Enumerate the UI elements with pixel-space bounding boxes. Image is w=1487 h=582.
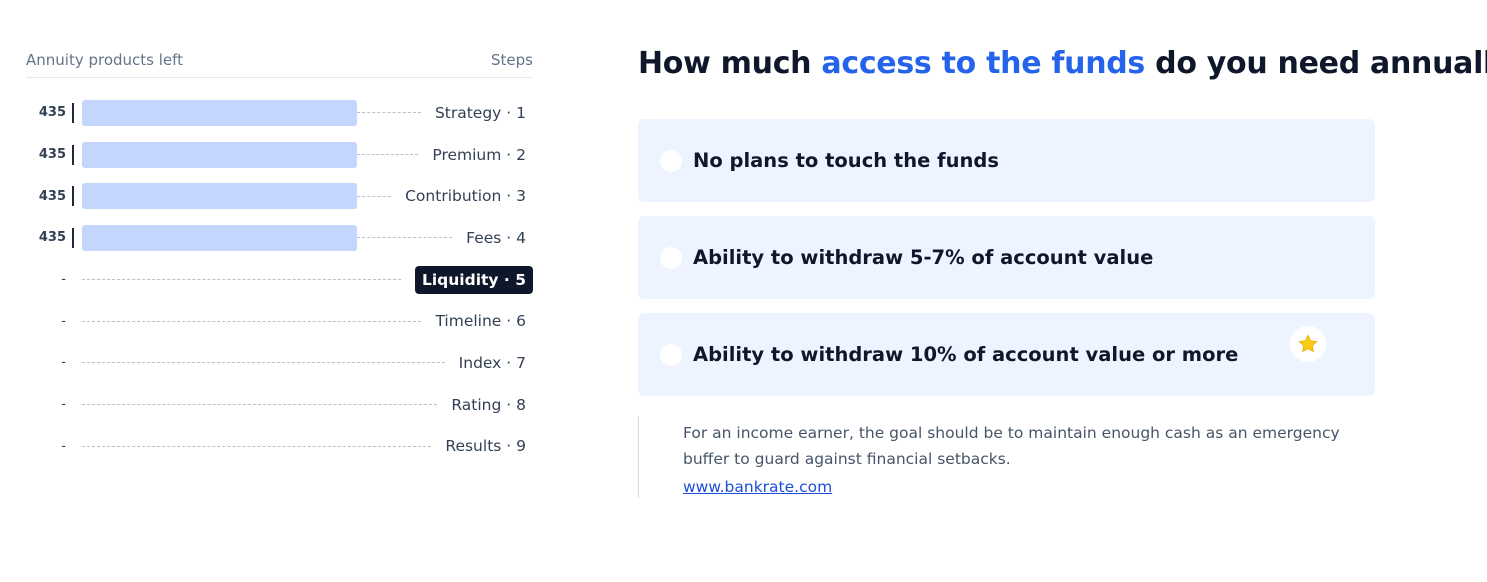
step-count: 435 [38, 230, 66, 246]
step-count: 435 [38, 188, 66, 204]
active-step-label[interactable]: Liquidity · 5 [414, 265, 533, 294]
step-count: - [61, 272, 66, 288]
source-link[interactable]: www.bankrate.com [683, 478, 832, 496]
count-tick [72, 353, 74, 373]
step-count: - [61, 355, 66, 371]
step-track: Timeline · 6 [82, 308, 533, 334]
step-row-strategy[interactable]: 435 Strategy · 1 [26, 92, 533, 134]
star-icon [1298, 334, 1318, 353]
step-count: - [61, 313, 66, 329]
question-panel: How much access to the funds do you need… [638, 46, 1487, 498]
question-suffix: do you need annually? [1155, 46, 1487, 81]
step-label[interactable]: Strategy · 1 [435, 104, 533, 122]
steps-heading: Steps [491, 51, 533, 69]
step-track: Liquidity · 5 [82, 265, 533, 294]
products-left-heading: Annuity products left [26, 51, 184, 69]
step-label[interactable]: Timeline · 6 [435, 312, 533, 330]
step-row-index[interactable]: - Index · 7 [26, 342, 533, 384]
leader-dots [82, 320, 422, 322]
step-track: Results · 9 [82, 433, 533, 459]
option-label: No plans to touch the funds [693, 149, 999, 172]
step-label[interactable]: Fees · 4 [466, 229, 533, 247]
option-withdraw-5-7[interactable]: Ability to withdraw 5-7% of account valu… [638, 216, 1375, 299]
step-row-results[interactable]: - Results · 9 [26, 426, 533, 468]
products-bar [82, 99, 357, 126]
products-bar [82, 183, 357, 210]
option-withdraw-10-plus[interactable]: Ability to withdraw 10% of account value… [638, 313, 1375, 396]
step-label[interactable]: Premium · 2 [432, 146, 533, 164]
option-label: Ability to withdraw 5-7% of account valu… [693, 246, 1154, 269]
leader-dots [357, 195, 392, 197]
count-tick [72, 144, 74, 165]
step-label[interactable]: Results · 9 [445, 437, 533, 455]
step-track: Fees · 4 [82, 224, 533, 251]
leader-dots [82, 362, 445, 364]
radio-button[interactable] [660, 343, 682, 366]
step-label[interactable]: Index · 7 [459, 354, 533, 372]
step-track: Rating · 8 [82, 392, 533, 418]
question-highlight: access to the funds [821, 46, 1145, 81]
option-no-plans[interactable]: No plans to touch the funds [638, 119, 1375, 202]
radio-button[interactable] [660, 246, 682, 269]
step-track: Contribution · 3 [82, 183, 533, 210]
leader-dots [357, 237, 453, 239]
products-bar [82, 224, 357, 251]
note-text: For an income earner, the goal should be… [683, 424, 1340, 468]
question-title: How much access to the funds do you need… [638, 46, 1487, 81]
step-list: 435 Strategy · 1 435 Premium · 2 435 Con… [26, 92, 533, 467]
step-track: Premium · 2 [82, 141, 533, 168]
answer-options: No plans to touch the funds Ability to w… [638, 119, 1375, 396]
step-count: 435 [38, 105, 66, 121]
recommended-badge [1290, 326, 1326, 362]
step-row-contribution[interactable]: 435 Contribution · 3 [26, 175, 533, 217]
step-progress-panel: Annuity products left Steps 435 Strategy… [26, 48, 533, 467]
step-row-premium[interactable]: 435 Premium · 2 [26, 134, 533, 176]
step-count: - [61, 438, 66, 454]
step-progress-header: Annuity products left Steps [26, 48, 533, 78]
leader-dots [82, 445, 432, 447]
step-track: Strategy · 1 [82, 99, 533, 126]
count-tick [72, 102, 74, 123]
count-tick [72, 436, 74, 456]
products-bar [82, 141, 357, 168]
count-tick [72, 227, 74, 248]
count-tick [72, 311, 74, 331]
leader-dots [357, 154, 419, 156]
leader-dots [82, 404, 438, 406]
radio-button[interactable] [660, 149, 682, 172]
leader-dots [82, 279, 401, 281]
question-prefix: How much [638, 46, 822, 81]
step-count: 435 [38, 147, 66, 163]
count-tick [72, 395, 74, 415]
step-label[interactable]: Contribution · 3 [405, 187, 533, 205]
info-note: For an income earner, the goal should be… [638, 416, 1375, 498]
step-row-liquidity[interactable]: - Liquidity · 5 [26, 259, 533, 301]
step-count: - [61, 397, 66, 413]
step-row-timeline[interactable]: - Timeline · 6 [26, 300, 533, 342]
step-row-rating[interactable]: - Rating · 8 [26, 384, 533, 426]
count-tick [72, 186, 74, 207]
step-track: Index · 7 [82, 350, 533, 376]
step-row-fees[interactable]: 435 Fees · 4 [26, 217, 533, 259]
option-label: Ability to withdraw 10% of account value… [693, 343, 1239, 366]
leader-dots [357, 112, 421, 114]
step-label[interactable]: Rating · 8 [451, 396, 533, 414]
count-tick [72, 270, 74, 290]
